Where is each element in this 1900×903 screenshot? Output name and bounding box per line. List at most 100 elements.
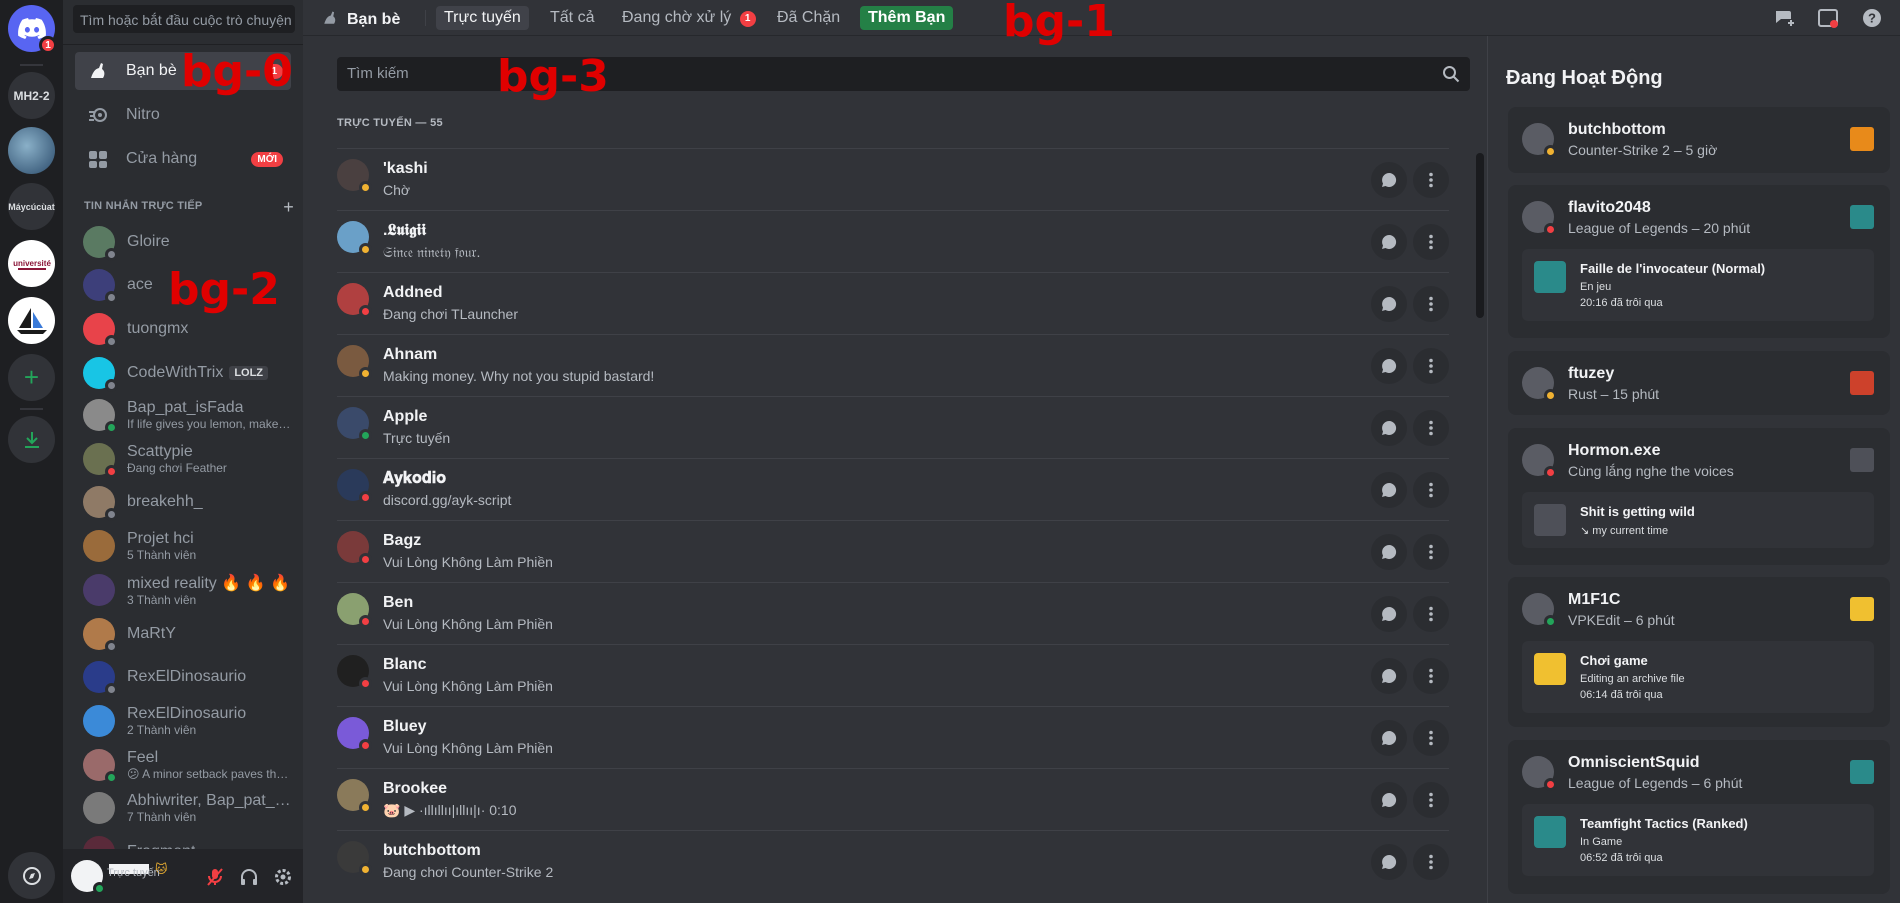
friend-row[interactable]: Bagz Vui Lòng Không Làm Phiền xyxy=(337,520,1449,582)
friend-row[interactable]: 𝐀𝐲𝐤𝐨𝐝𝐢𝐨 discord.gg/ayk-script xyxy=(337,458,1449,520)
activity-card[interactable]: Hormon.exe Cùng lắng nghe the voices Shit … xyxy=(1508,428,1890,565)
activity-card[interactable]: ftuzey Rust – 15 phút xyxy=(1508,351,1890,415)
more-options-button[interactable] xyxy=(1413,348,1449,384)
more-options-button[interactable] xyxy=(1413,658,1449,694)
message-button[interactable] xyxy=(1371,844,1407,880)
server-universite[interactable]: université xyxy=(8,240,55,287)
dm-item[interactable]: Scattypie Đang chơi Feather xyxy=(75,438,291,480)
friend-row[interactable]: Apple Trực tuyến xyxy=(337,396,1449,458)
server-label: MH2-2 xyxy=(13,88,50,103)
discover-button[interactable] xyxy=(8,852,55,899)
home-button[interactable]: 1 xyxy=(8,5,57,54)
message-button[interactable] xyxy=(1371,472,1407,508)
tab-online[interactable]: Trực tuyến xyxy=(436,6,529,30)
more-options-button[interactable] xyxy=(1413,286,1449,322)
dm-item[interactable]: Abhiwriter, Bap_pat_i... 7 Thành viên xyxy=(75,787,291,829)
help-icon[interactable]: ? xyxy=(1860,6,1884,30)
status-indicator xyxy=(105,771,118,784)
friend-row[interactable]: .𝕷𝖚𝖎𝖌𝖎𝖎 𝔖𝔦𝔫𝔠𝔢 𝔫𝔦𝔫𝔢𝔱𝔶 𝔣𝔬𝔲𝔯. xyxy=(337,210,1449,272)
more-options-button[interactable] xyxy=(1413,844,1449,880)
friend-row[interactable]: Brookee 🐷 ▶ ·ıllıllıı|ıllıı|ı· 0:10 xyxy=(337,768,1449,830)
server-maycucuat[interactable]: Máycúcùat xyxy=(8,183,55,230)
friend-row[interactable]: Bluey Vui Lòng Không Làm Phiền xyxy=(337,706,1449,768)
more-options-button[interactable] xyxy=(1413,782,1449,818)
message-button[interactable] xyxy=(1371,720,1407,756)
dm-name: CodeWithTrix xyxy=(127,363,224,381)
tab-blocked[interactable]: Đã Chặn xyxy=(769,6,848,30)
activity-card[interactable]: OmniscientSquid League of Legends – 6 phú… xyxy=(1508,740,1890,894)
dm-name: breakehh_ xyxy=(127,493,203,510)
nav-nitro[interactable]: Nitro xyxy=(75,96,291,134)
dm-item[interactable]: CodeWithTrix LOLZ xyxy=(75,352,291,394)
message-button[interactable] xyxy=(1371,782,1407,818)
message-button[interactable] xyxy=(1371,348,1407,384)
dm-item[interactable]: RexElDinosaurio 2 Thành viên xyxy=(75,700,291,742)
avatar xyxy=(337,221,372,256)
status-indicator xyxy=(359,181,372,194)
message-button[interactable] xyxy=(1371,658,1407,694)
dm-item[interactable]: Gloire xyxy=(75,221,291,263)
dm-item[interactable]: RexElDinosaurio xyxy=(75,656,291,698)
activity-game: League of Legends – 6 phút xyxy=(1568,775,1743,791)
friend-row[interactable]: 'kashi Chờ xyxy=(337,148,1449,210)
more-options-button[interactable] xyxy=(1413,534,1449,570)
activity-card[interactable]: butchbottom Counter-Strike 2 – 5 giờ xyxy=(1508,107,1890,173)
add-friend-button[interactable]: Thêm Bạn xyxy=(860,6,954,30)
more-options-button[interactable] xyxy=(1413,410,1449,446)
tab-all[interactable]: Tất cả xyxy=(542,6,602,30)
message-button[interactable] xyxy=(1371,286,1407,322)
dm-item[interactable]: Feel 😕 A minor setback paves the... xyxy=(75,744,291,786)
message-button[interactable] xyxy=(1371,224,1407,260)
nav-shop[interactable]: Cửa hàng MỚI xyxy=(75,140,291,178)
status-indicator xyxy=(1544,145,1557,158)
add-server-button[interactable]: + xyxy=(8,354,55,401)
more-vertical-icon xyxy=(1429,234,1433,250)
settings-gear-icon[interactable] xyxy=(273,867,293,887)
more-options-button[interactable] xyxy=(1413,162,1449,198)
dm-name: RexElDinosaurio xyxy=(127,668,247,685)
friend-row[interactable]: Ahnam Making money. Why not you stupid ba… xyxy=(337,334,1449,396)
activity-detail-line: Editing an archive file xyxy=(1580,673,1685,685)
dm-item[interactable]: MaRtY xyxy=(75,613,291,655)
dm-item[interactable]: mixed reality 🔥 🔥 🔥 3 Thành viên xyxy=(75,569,291,611)
create-dm-plus-icon[interactable]: + xyxy=(283,197,294,218)
activity-image xyxy=(1534,261,1566,293)
more-options-button[interactable] xyxy=(1413,596,1449,632)
mic-muted-icon[interactable] xyxy=(205,867,225,887)
friend-row[interactable]: Blanc Vui Lòng Không Làm Phiền xyxy=(337,644,1449,706)
friend-name: butchbottom xyxy=(383,842,481,859)
message-button[interactable] xyxy=(1371,596,1407,632)
user-avatar[interactable] xyxy=(71,860,106,895)
dm-item[interactable]: Bap_pat_isFada If life gives you lemon, m… xyxy=(75,394,291,436)
more-options-button[interactable] xyxy=(1413,720,1449,756)
dm-item[interactable]: breakehh_ xyxy=(75,481,291,523)
universite-logo-icon: université xyxy=(13,259,51,270)
dm-header-label: TIN NHẮN TRỰC TIẾP xyxy=(84,200,203,212)
friend-row[interactable]: Addned Đang chơi TLauncher xyxy=(337,272,1449,334)
new-badge: MỚI xyxy=(251,151,283,167)
server-sailboat[interactable] xyxy=(8,297,55,344)
inbox-icon[interactable] xyxy=(1816,6,1840,30)
server-mh2-2[interactable]: MH2-2 xyxy=(8,72,55,119)
headphones-icon[interactable] xyxy=(239,867,259,887)
find-conversation-input[interactable]: Tìm hoặc bắt đầu cuộc trò chuyện xyxy=(73,5,295,33)
tab-pending[interactable]: Đang chờ xử lý 1 xyxy=(614,6,764,30)
avatar xyxy=(83,574,115,606)
server-anime[interactable] xyxy=(8,127,55,174)
game-icon xyxy=(1850,371,1874,395)
message-button[interactable] xyxy=(1371,534,1407,570)
activity-card[interactable]: M1F1C VPKEdit – 6 phút Chơi game Editing an… xyxy=(1508,577,1890,727)
message-button[interactable] xyxy=(1371,162,1407,198)
more-options-button[interactable] xyxy=(1413,472,1449,508)
scrollbar-thumb[interactable] xyxy=(1476,153,1484,318)
friend-row[interactable]: butchbottom Đang chơi Counter-Strike 2 xyxy=(337,830,1449,892)
dm-item[interactable]: Projet hci 5 Thành viên xyxy=(75,525,291,567)
activity-card[interactable]: flavito2048 League of Legends – 20 phút Fa… xyxy=(1508,185,1890,338)
chat-bubble-icon xyxy=(1382,234,1397,249)
message-button[interactable] xyxy=(1371,410,1407,446)
friend-row[interactable]: Ben Vui Lòng Không Làm Phiền xyxy=(337,582,1449,644)
new-group-dm-icon[interactable] xyxy=(1772,6,1796,30)
download-apps-button[interactable] xyxy=(8,416,55,463)
more-options-button[interactable] xyxy=(1413,224,1449,260)
svg-text:université: université xyxy=(13,259,51,268)
